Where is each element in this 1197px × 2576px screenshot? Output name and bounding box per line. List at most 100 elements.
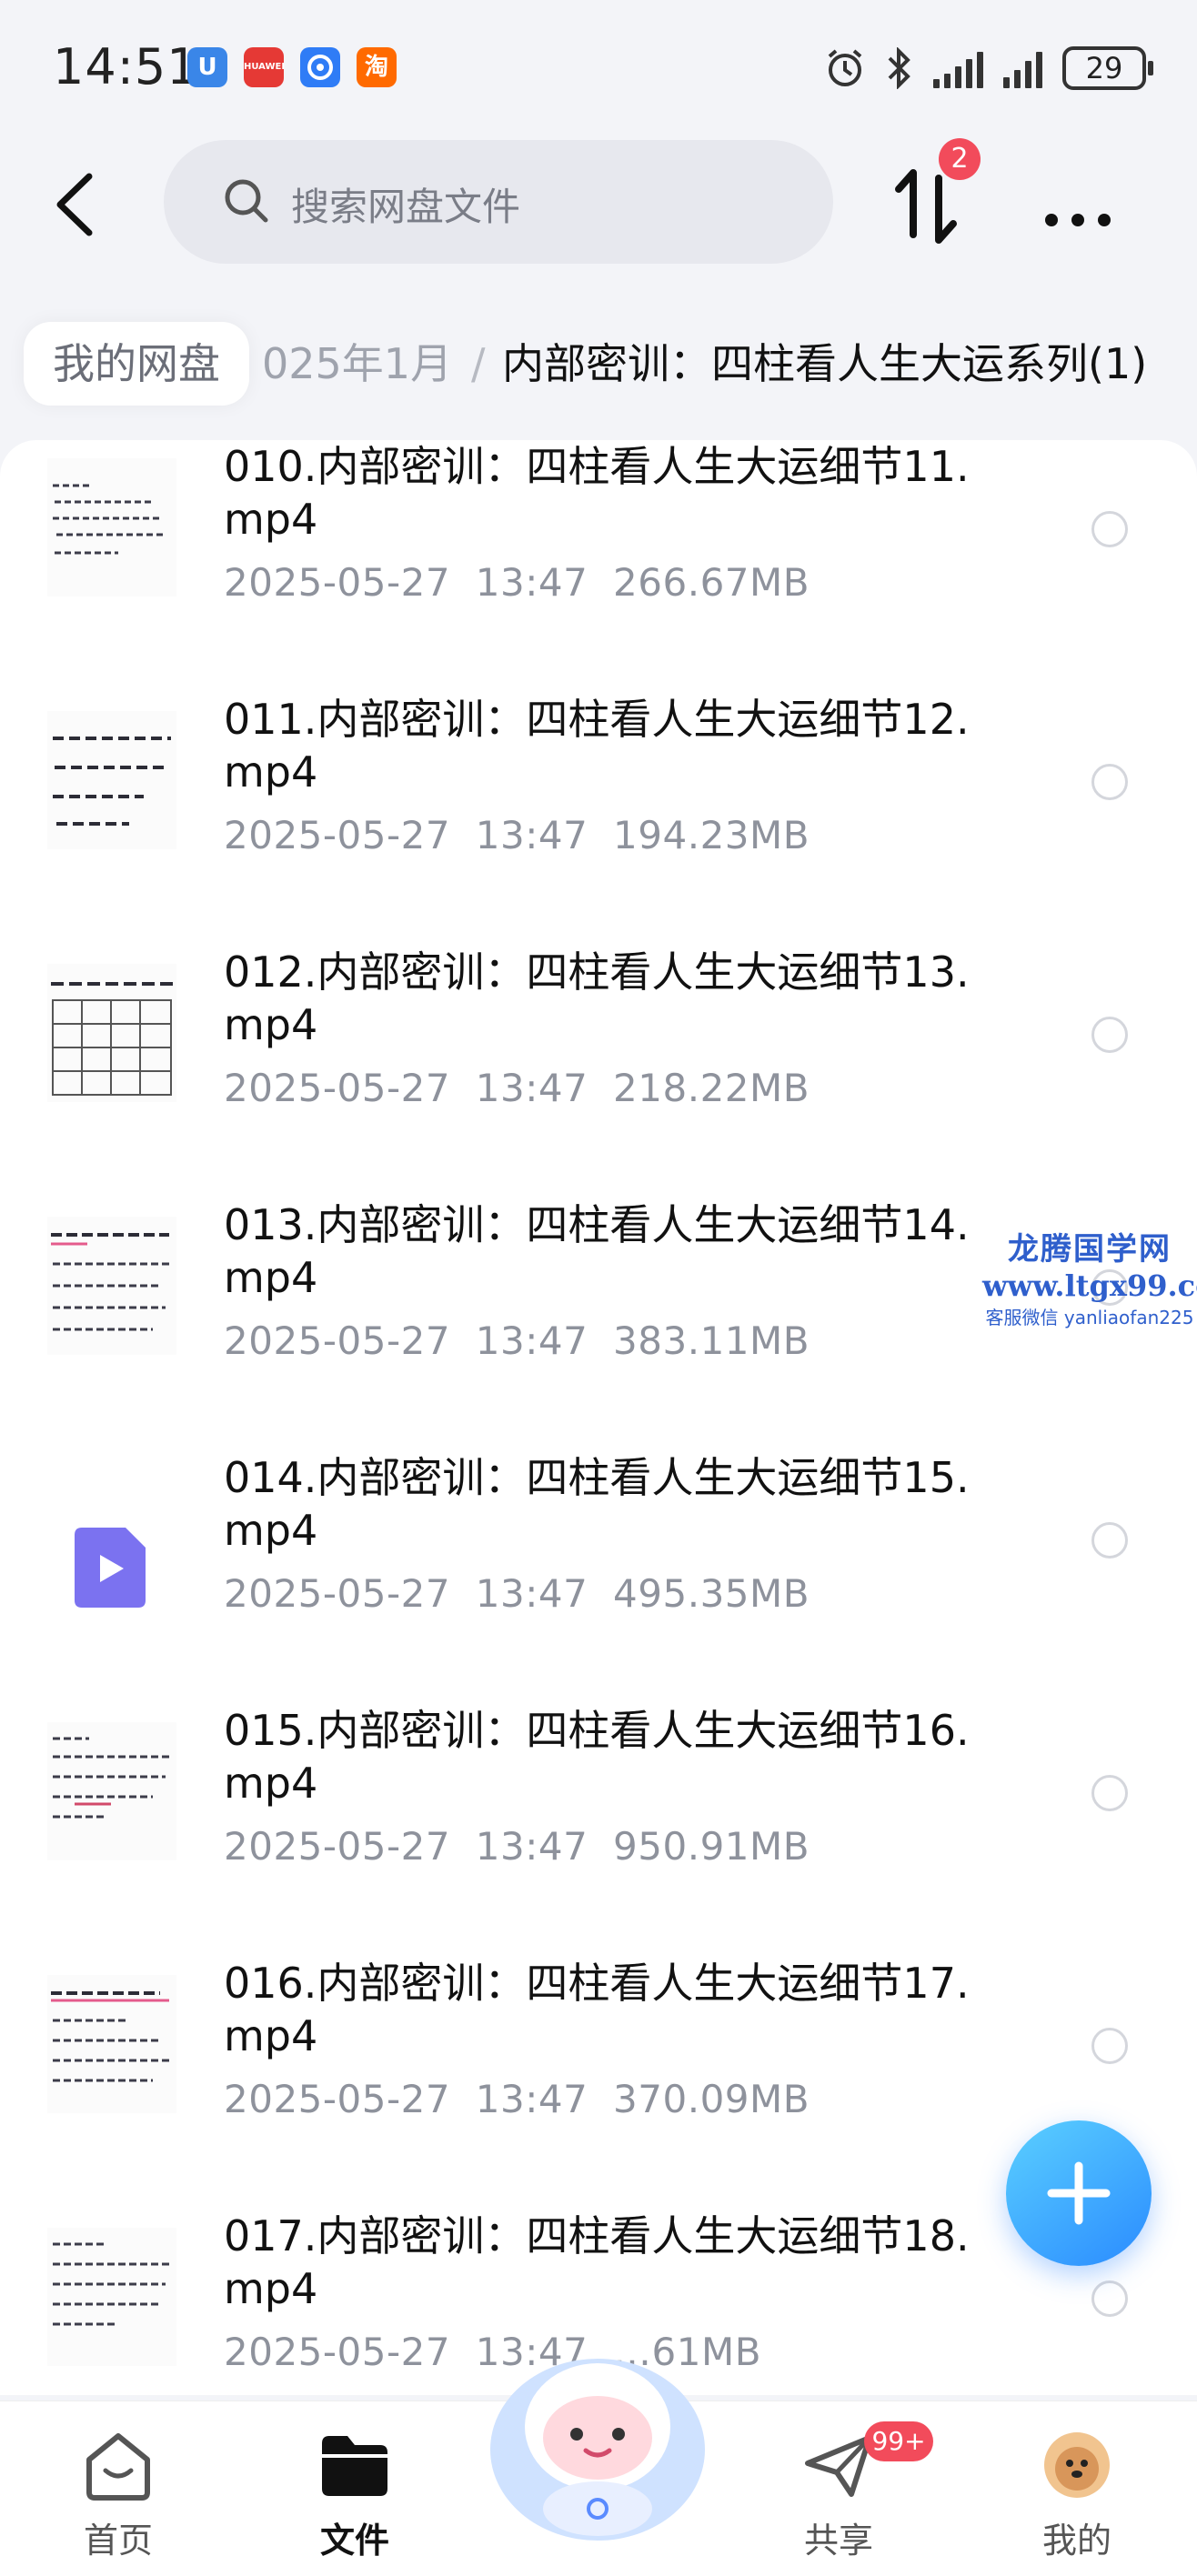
file-name: 017.内部密训：四柱看人生大运细节18.mp4 — [224, 2211, 970, 2313]
file-meta: 2025-05-27 13:47 194.23MB — [224, 813, 810, 857]
file-time: 13:47 — [475, 560, 588, 605]
file-name: 013.内部密训：四柱看人生大运细节14.mp4 — [224, 1200, 970, 1302]
status-time: 14:51 — [53, 38, 199, 95]
nav-mine-label: 我的 — [1041, 2521, 1112, 2561]
cellular-signal-icon — [933, 48, 983, 88]
home-icon — [86, 2433, 150, 2501]
file-time: 13:47 — [475, 1824, 588, 1869]
file-date: 2025-05-27 — [224, 1066, 451, 1110]
file-time: 13:47 — [475, 1571, 588, 1616]
file-time: 13:47 — [475, 1066, 588, 1110]
watermark-title: 龙腾国学网 — [1008, 1231, 1172, 1268]
file-size: 266.67MB — [613, 560, 810, 605]
video-file-icon — [75, 1528, 146, 1608]
file-row[interactable]: 011.内部密训：四柱看人生大运细节12.mp4 2025-05-27 13:4… — [0, 693, 1197, 946]
status-bar: 14:51 U HUAWEI 淘 29 — [0, 0, 1197, 136]
nav-files[interactable]: 文件 — [282, 2429, 428, 2562]
breadcrumb-separator: / — [471, 339, 486, 388]
file-thumbnail — [47, 458, 176, 596]
transfer-count-badge: 2 — [939, 138, 981, 180]
file-row[interactable]: 010.内部密训：四柱看人生大运细节11.mp4 2025-05-27 13:4… — [0, 440, 1197, 693]
watermark-url: www.ltgx99.com — [982, 1268, 1197, 1303]
file-row[interactable]: 014.内部密训：四柱看人生大运细节15.mp4 2025-05-27 13:4… — [0, 1451, 1197, 1704]
file-name: 016.内部密训：四柱看人生大运细节17.mp4 — [224, 1959, 970, 2060]
select-checkbox[interactable] — [1091, 1522, 1128, 1559]
file-size: 383.11MB — [613, 1318, 810, 1363]
file-size: 370.09MB — [613, 2077, 810, 2121]
file-name: 015.内部密训：四柱看人生大运细节16.mp4 — [224, 1706, 970, 1808]
nav-mine[interactable]: 我的 — [1004, 2429, 1150, 2562]
assistant-mascot-icon[interactable] — [484, 2336, 711, 2545]
select-checkbox[interactable] — [1091, 1017, 1128, 1053]
nav-files-label: 文件 — [319, 2521, 389, 2561]
folder-icon — [322, 2436, 387, 2496]
share-count-badge: 99+ — [864, 2421, 933, 2461]
breadcrumb-current-folder: 内部密训：四柱看人生大运系列(1) — [502, 339, 1148, 388]
file-thumbnail — [47, 1975, 176, 2113]
file-date: 2025-05-27 — [224, 1318, 451, 1363]
file-name: 014.内部密训：四柱看人生大运细节15.mp4 — [224, 1453, 970, 1555]
search-icon — [225, 179, 268, 223]
select-checkbox[interactable] — [1091, 511, 1128, 547]
nav-home[interactable]: 首页 — [45, 2429, 191, 2562]
file-name: 012.内部密训：四柱看人生大运细节13.mp4 — [224, 947, 970, 1049]
alarm-icon — [828, 49, 862, 86]
status-indicators: 29 — [824, 42, 1153, 95]
file-list: 010.内部密训：四柱看人生大运细节11.mp4 2025-05-27 13:4… — [0, 440, 1197, 2395]
bluetooth-icon — [888, 47, 910, 89]
file-meta: 2025-05-27 13:47 218.22MB — [224, 1066, 810, 1110]
file-thumbnail — [47, 2228, 176, 2366]
file-time: 13:47 — [475, 813, 588, 857]
app-notification-icon — [300, 47, 340, 87]
battery-indicator: 29 — [1062, 46, 1153, 90]
file-size: 495.35MB — [613, 1571, 810, 1616]
top-bar: 搜索网盘文件 2 — [0, 136, 1197, 273]
file-thumbnail — [47, 964, 176, 1102]
select-checkbox[interactable] — [1091, 764, 1128, 800]
file-size: 194.23MB — [613, 813, 810, 857]
file-date: 2025-05-27 — [224, 2330, 451, 2374]
breadcrumb-root[interactable]: 我的网盘 — [24, 322, 249, 406]
watermark: 龙腾国学网 www.ltgx99.com 客服微信 yanliaofan225 — [982, 1224, 1197, 1329]
select-checkbox[interactable] — [1091, 2280, 1128, 2317]
file-date: 2025-05-27 — [224, 1824, 451, 1869]
file-thumbnail — [47, 711, 176, 849]
nav-home-label: 首页 — [83, 2521, 153, 2561]
add-button[interactable] — [1006, 2120, 1152, 2266]
nav-share-label: 共享 — [803, 2521, 873, 2561]
file-size: 218.22MB — [613, 1066, 810, 1110]
file-date: 2025-05-27 — [224, 560, 451, 605]
watermark-contact: 客服微信 yanliaofan225 — [985, 1307, 1194, 1328]
file-name: 010.内部密训：四柱看人生大运细节11.mp4 — [224, 442, 970, 544]
breadcrumb: 025年1月 / 内部密训：四柱看人生大运系列(1) 我的网盘 — [0, 309, 1197, 418]
breadcrumb-folder[interactable]: 025年1月 — [262, 322, 452, 406]
cellular-signal-icon — [1003, 48, 1042, 88]
taobao-app-icon: 淘 — [357, 47, 397, 87]
file-meta: 2025-05-27 13:47 383.11MB — [224, 1318, 810, 1363]
search-placeholder: 搜索网盘文件 — [291, 185, 521, 229]
file-date: 2025-05-27 — [224, 1571, 451, 1616]
huawei-app-icon: HUAWEI — [244, 47, 285, 87]
file-date: 2025-05-27 — [224, 2077, 451, 2121]
file-date: 2025-05-27 — [224, 813, 451, 857]
file-meta: 2025-05-27 13:47 370.09MB — [224, 2077, 810, 2121]
file-name: 011.内部密训：四柱看人生大运细节12.mp4 — [224, 695, 970, 797]
file-row[interactable]: 015.内部密训：四柱看人生大运细节16.mp4 2025-05-27 13:4… — [0, 1704, 1197, 1957]
file-meta: 2025-05-27 13:47 950.91MB — [224, 1824, 810, 1869]
select-checkbox[interactable] — [1091, 2028, 1128, 2064]
file-thumbnail — [47, 1722, 176, 1860]
back-arrow-icon[interactable] — [36, 164, 118, 246]
select-checkbox[interactable] — [1091, 1775, 1128, 1811]
more-options-icon[interactable] — [1037, 175, 1119, 238]
file-time: 13:47 — [475, 2077, 588, 2121]
bottom-nav: 首页 文件 共享 99+ 我的 — [0, 2359, 1197, 2576]
file-size: 950.91MB — [613, 1824, 810, 1869]
file-meta: 2025-05-27 13:47 266.67MB — [224, 560, 810, 605]
app-notification-icon: U — [187, 47, 227, 87]
file-meta: 2025-05-27 13:47 495.35MB — [224, 1571, 810, 1616]
file-row[interactable]: 012.内部密训：四柱看人生大运细节13.mp4 2025-05-27 13:4… — [0, 946, 1197, 1198]
avatar — [1044, 2432, 1110, 2498]
search-input[interactable]: 搜索网盘文件 — [164, 140, 833, 264]
plus-icon — [1047, 2161, 1111, 2225]
file-thumbnail — [47, 1217, 176, 1355]
